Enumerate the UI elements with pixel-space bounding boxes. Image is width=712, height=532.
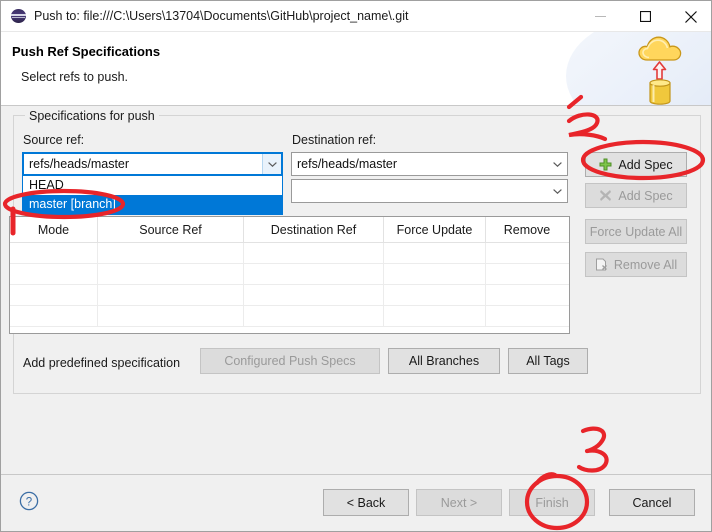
destination-ref-combo-row2[interactable] [291, 179, 568, 203]
page-subtitle: Select refs to push. [21, 70, 129, 84]
group-label: Specifications for push [25, 109, 159, 123]
window-title: Push to: file:///C:\Users\13704\Document… [34, 9, 409, 23]
table-body [10, 243, 569, 327]
dropdown-option-head[interactable]: HEAD [23, 176, 282, 195]
window-controls [578, 1, 711, 32]
all-tags-label: All Tags [526, 354, 570, 368]
eclipse-git-icon [11, 8, 27, 24]
destination-ref-dropdown-arrow[interactable] [548, 153, 567, 175]
finish-button[interactable]: Finish [509, 489, 595, 516]
title-bar: Push to: file:///C:\Users\13704\Document… [1, 1, 711, 32]
destination-ref-combo[interactable]: refs/heads/master [291, 152, 568, 176]
help-icon[interactable]: ? [19, 491, 39, 511]
all-branches-button[interactable]: All Branches [388, 348, 500, 374]
column-header-destination-ref[interactable]: Destination Ref [244, 217, 384, 243]
destination-ref-label: Destination ref: [292, 133, 377, 147]
remove-all-label: Remove All [613, 257, 678, 272]
force-update-all-button[interactable]: Force Update All [585, 219, 687, 244]
source-ref-dropdown-list[interactable]: HEAD master [branch] [22, 176, 283, 215]
cancel-button[interactable]: Cancel [609, 489, 695, 516]
all-branches-label: All Branches [408, 354, 480, 368]
force-update-all-label: Force Update All [589, 224, 683, 239]
source-ref-value: refs/heads/master [29, 157, 130, 171]
push-specs-table[interactable]: Mode Source Ref Destination Ref Force Up… [9, 216, 570, 334]
add-spec-button[interactable]: Add Spec [585, 152, 687, 177]
predefined-specification-label: Add predefined specification [23, 356, 181, 370]
source-ref-dropdown-arrow[interactable] [262, 154, 281, 174]
minimize-icon[interactable] [578, 1, 623, 32]
source-ref-combo[interactable]: refs/heads/master [22, 152, 283, 176]
configured-push-specs-label: Configured Push Specs [224, 354, 356, 368]
dropdown-option-master-branch[interactable]: master [branch] [23, 195, 282, 214]
maximize-icon[interactable] [623, 1, 668, 32]
back-button[interactable]: < Back [323, 489, 409, 516]
add-spec-secondary-button[interactable]: Add Spec [585, 183, 687, 208]
push-to-cloud-icon [561, 32, 711, 106]
column-header-force-update[interactable]: Force Update [384, 217, 486, 243]
table-row[interactable] [10, 243, 569, 264]
page-title: Push Ref Specifications [12, 44, 161, 59]
table-row[interactable] [10, 264, 569, 285]
add-spec-secondary-label: Add Spec [618, 188, 673, 203]
add-spec-label: Add Spec [618, 157, 673, 172]
next-label: Next > [440, 495, 478, 510]
next-button[interactable]: Next > [416, 489, 502, 516]
push-ref-specifications-dialog: Push to: file:///C:\Users\13704\Document… [0, 0, 712, 532]
column-header-source-ref[interactable]: Source Ref [98, 217, 244, 243]
cancel-label: Cancel [632, 495, 672, 510]
close-icon[interactable] [668, 1, 711, 32]
column-header-mode[interactable]: Mode [10, 217, 98, 243]
column-header-remove[interactable]: Remove [486, 217, 568, 243]
cross-icon [599, 189, 612, 202]
back-label: < Back [346, 495, 386, 510]
all-tags-button[interactable]: All Tags [508, 348, 588, 374]
remove-all-button[interactable]: Remove All [585, 252, 687, 277]
dialog-content: Specifications for push Source ref: Dest… [1, 106, 711, 474]
finish-label: Finish [535, 495, 569, 510]
source-ref-label: Source ref: [23, 133, 85, 147]
table-header-row: Mode Source Ref Destination Ref Force Up… [10, 217, 569, 243]
destination-ref-row2-dropdown-arrow[interactable] [548, 180, 567, 202]
svg-text:?: ? [26, 496, 32, 508]
table-row[interactable] [10, 306, 569, 327]
remove-document-icon [595, 258, 608, 271]
configured-push-specs-button[interactable]: Configured Push Specs [200, 348, 380, 374]
wizard-header: Push Ref Specifications Select refs to p… [1, 32, 711, 106]
destination-ref-value: refs/heads/master [297, 157, 398, 171]
table-row[interactable] [10, 285, 569, 306]
plus-icon [599, 158, 612, 171]
